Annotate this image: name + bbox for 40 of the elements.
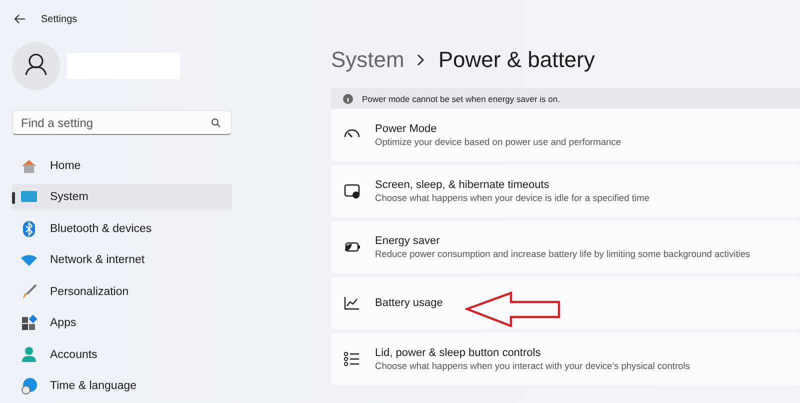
- card-description: Choose what happens when your device is idle for a specified time: [375, 193, 650, 203]
- card-title: Screen, sleep, & hibernate timeouts: [375, 179, 550, 191]
- page-title: Power & battery: [438, 47, 595, 73]
- card-title: Lid, power & sleep button controls: [375, 347, 542, 359]
- nav-item[interactable]: System: [12, 184, 232, 210]
- settings-card[interactable]: Screen, sleep, & hibernate timeouts Choose what happens when your device is idle for a specified time: [331, 165, 800, 217]
- breadcrumb-parent[interactable]: System: [331, 47, 404, 73]
- card-description: Choose what happens when you interact with your device's physical controls: [375, 361, 690, 371]
- nav-item[interactable]: Time & language: [12, 372, 232, 400]
- nav-item[interactable]: Home: [12, 152, 232, 179]
- chevron-icon: [416, 53, 426, 67]
- brush-icon: [20, 282, 38, 300]
- card-title: Power Mode: [375, 123, 438, 135]
- apps-icon: [20, 314, 38, 332]
- settings-card[interactable]: Energy saver Reduce power consumption and increase battery life by limiting some background activities: [331, 221, 800, 273]
- window-title: Settings: [41, 14, 78, 24]
- nav-item[interactable]: Apps: [12, 310, 232, 336]
- bluetooth-icon: [20, 220, 38, 238]
- back-arrow-icon[interactable]: [14, 14, 26, 24]
- nav-item[interactable]: Bluetooth & devices: [12, 215, 232, 242]
- list-icon: [343, 351, 361, 367]
- settings-card[interactable]: Battery usage: [331, 277, 800, 329]
- settings-card[interactable]: Power Mode Optimize your device based on power use and performance: [331, 109, 800, 161]
- line-chart-icon: [343, 295, 361, 311]
- search-field[interactable]: Find a setting: [12, 110, 232, 135]
- nav-item[interactable]: Accounts: [12, 341, 232, 368]
- card-description: Optimize your device based on power use and performance: [375, 137, 621, 147]
- info-icon: [343, 94, 353, 104]
- card-title: Energy saver: [375, 235, 441, 247]
- clock-globe-icon: [20, 377, 38, 395]
- avatar-icon: [12, 42, 60, 90]
- nav-item[interactable]: Network & internet: [12, 246, 232, 274]
- screen-moon-icon: [343, 183, 361, 199]
- nav-item[interactable]: Personalization: [12, 278, 232, 305]
- person-icon: [20, 346, 38, 364]
- settings-card[interactable]: Lid, power & sleep button controls Choose what happens when you interact with your device's physical controls: [331, 333, 800, 385]
- card-description: Reduce power consumption and increase battery life by limiting some background activities: [375, 249, 750, 259]
- card-title: Battery usage: [375, 297, 443, 309]
- info-message: Power mode cannot be set when energy saver is on.: [362, 94, 560, 104]
- search-icon: [211, 118, 221, 128]
